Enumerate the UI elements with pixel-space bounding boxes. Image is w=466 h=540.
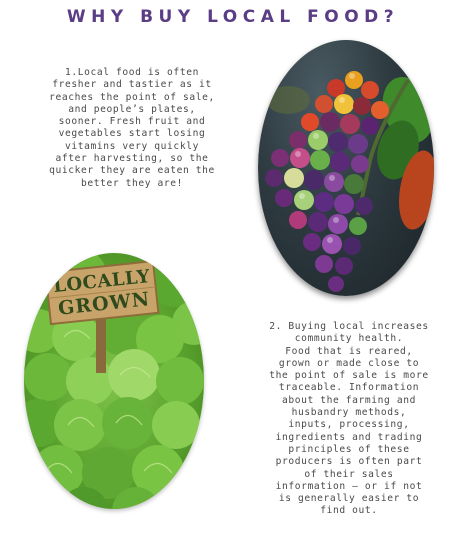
section-1-text: 1.Local food is often fresher and tastie… (48, 67, 216, 190)
page-title: WHY BUY LOCAL FOOD? (66, 7, 400, 27)
section-2-text: 2. Buying local increases community heal… (268, 321, 430, 518)
section-1-paragraph: 1.Local food is often fresher and tastie… (49, 67, 215, 189)
grapes-image (258, 40, 434, 296)
grapes-illustration (265, 71, 434, 292)
cabbages-image: LOCALLY GROWN (24, 253, 204, 509)
section-2-paragraph: Food that is reared, grown or made close… (269, 345, 429, 517)
section-2-heading: 2. Buying local increases community heal… (269, 321, 429, 345)
